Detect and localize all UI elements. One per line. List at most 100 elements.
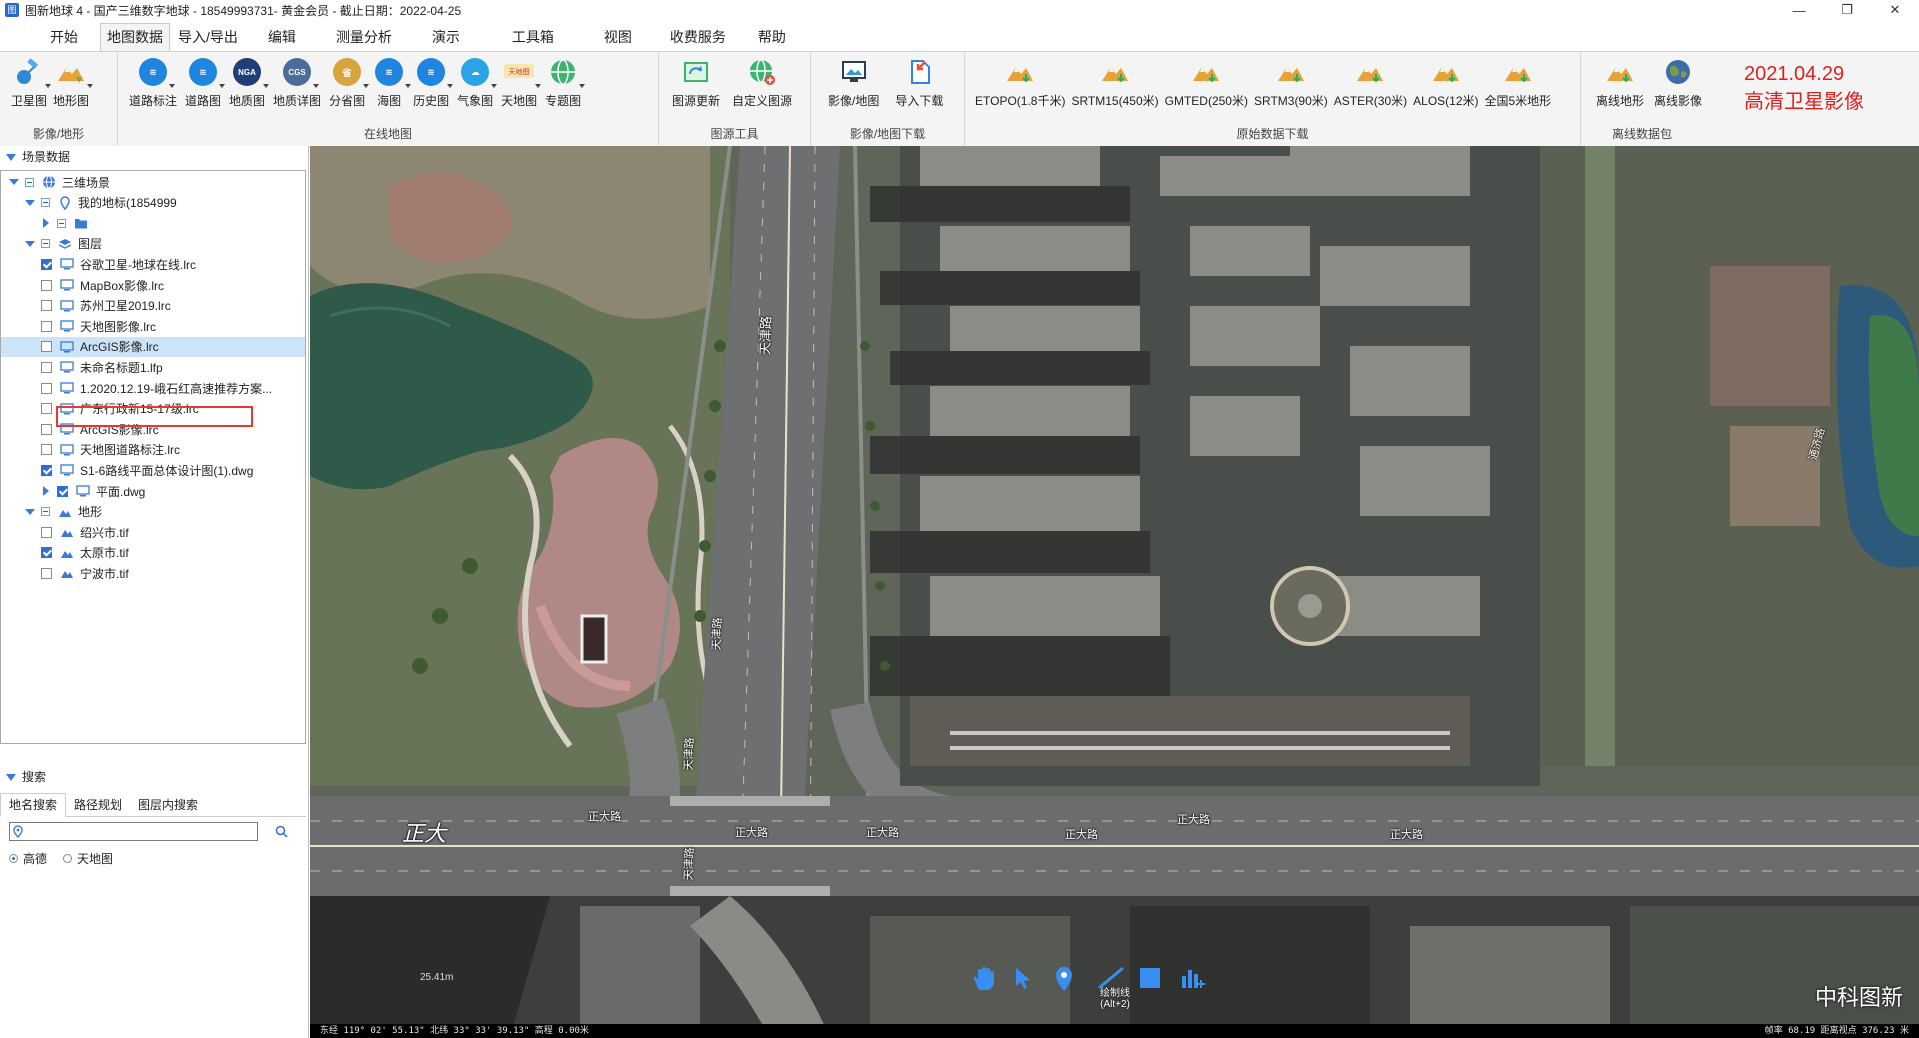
province-map-button[interactable]: 省分省图 [326, 56, 370, 109]
expand-down-icon[interactable] [9, 177, 19, 187]
menu-view[interactable]: 视图 [584, 24, 652, 51]
layer-checkbox[interactable] [41, 526, 52, 538]
tree-toggle-box[interactable] [57, 218, 66, 228]
draw-line-tool-button[interactable]: 绘制线 (Alt+2) [1096, 966, 1138, 1010]
tree-node[interactable]: 天地图道路标注.lrc [1, 440, 305, 460]
gmted-download-button[interactable]: GMTED(250米) [1162, 56, 1251, 109]
etopo-download-button[interactable]: ETOPO(1.8千米) [972, 56, 1068, 109]
chart-tool-button[interactable] [1180, 966, 1222, 1002]
search-input[interactable] [9, 822, 258, 841]
expand-right-icon[interactable] [41, 486, 51, 496]
menu-toolbox[interactable]: 工具箱 [482, 24, 584, 51]
tree-node[interactable]: 地形 [1, 502, 305, 522]
tab-layer-search[interactable]: 图层内搜索 [130, 794, 206, 816]
menu-help[interactable]: 帮助 [744, 24, 800, 51]
layer-checkbox[interactable] [41, 361, 52, 373]
layer-checkbox[interactable] [41, 382, 52, 394]
national-5m-download-button[interactable]: 全国5米地形 [1482, 56, 1555, 109]
tree-node[interactable]: 平面.dwg [1, 481, 305, 501]
tree-node[interactable]: 1.2020.12.19-峨石红高速推荐方案... [1, 378, 305, 398]
menu-paid-services[interactable]: 收费服务 [652, 24, 744, 51]
tianditu-button[interactable]: 天地图 天地图 [498, 56, 542, 109]
tree-node[interactable] [1, 213, 305, 233]
menu-edit[interactable]: 编辑 [246, 24, 318, 51]
tree-node[interactable]: 三维场景 [1, 172, 305, 192]
expand-down-icon[interactable] [25, 507, 35, 517]
tree-node[interactable]: ArcGIS影像.lrc [1, 336, 305, 357]
thematic-map-button[interactable]: 专题图 [542, 56, 586, 109]
radio-tianditu[interactable] [63, 854, 73, 863]
scene-data-header[interactable]: 场景数据 [0, 146, 308, 168]
aster-download-button[interactable]: ASTER(30米) [1331, 56, 1410, 109]
terrain-map-button[interactable]: 地形图 [50, 56, 94, 109]
placemark-tool-button[interactable] [1054, 966, 1096, 1002]
draw-polygon-tool-button[interactable] [1138, 966, 1180, 1002]
tree-node[interactable]: 未命名标题1.lfp [1, 357, 305, 377]
tree-toggle-box[interactable] [41, 198, 50, 208]
tree-node[interactable]: 图层 [1, 234, 305, 254]
layer-checkbox[interactable] [41, 444, 52, 456]
weather-map-button[interactable]: ☁ 气象图 [454, 56, 498, 109]
offline-imagery-button[interactable]: 离线影像 [1651, 56, 1705, 109]
tree-node[interactable]: S1-6路线平面总体设计图(1).dwg [1, 460, 305, 480]
province-map-label: 分省图 [329, 94, 366, 108]
srtm15-download-button[interactable]: SRTM15(450米) [1068, 56, 1161, 109]
tree-toggle-box[interactable] [41, 239, 50, 249]
layer-checkbox[interactable] [41, 403, 52, 415]
close-button[interactable]: ✕ [1871, 0, 1919, 20]
road-map-button[interactable]: ≋ 道路图 [182, 56, 226, 109]
province-icon: 省 [331, 56, 370, 88]
tree-node[interactable]: 谷歌卫星-地球在线.lrc [1, 254, 305, 274]
maximize-button[interactable]: ❐ [1823, 0, 1871, 20]
radio-gaode[interactable] [9, 854, 18, 863]
expand-right-icon[interactable] [41, 218, 51, 229]
layer-checkbox[interactable] [57, 485, 68, 497]
sea-chart-button[interactable]: ≋ 海图 [370, 56, 412, 109]
layer-checkbox[interactable] [41, 341, 52, 353]
tree-node[interactable]: MapBox影像.lrc [1, 275, 305, 295]
expand-down-icon[interactable] [25, 239, 35, 249]
road-annotation-button[interactable]: ≋ 道路标注 [126, 56, 180, 109]
import-download-button[interactable]: 导入下载 [892, 56, 946, 109]
srtm3-download-button[interactable]: SRTM3(90米) [1251, 56, 1331, 109]
layer-checkbox[interactable] [41, 423, 52, 435]
map-view[interactable]: 天津路 天津路 天津路 天津路 正大路 正大路 正大路 正大路 正大路 正大路 … [310, 146, 1919, 1038]
image-map-download-button[interactable]: 影像/地图 [825, 56, 882, 109]
layer-checkbox[interactable] [41, 464, 52, 476]
tree-node[interactable]: 苏州卫星2019.lrc [1, 296, 305, 316]
history-map-button[interactable]: ≋ 历史图 [410, 56, 454, 109]
offline-terrain-button[interactable]: 离线地形 [1593, 56, 1647, 109]
search-header[interactable]: 搜索 [0, 766, 306, 788]
tab-route-planning[interactable]: 路径规划 [66, 794, 130, 816]
layer-checkbox[interactable] [41, 279, 52, 291]
layer-checkbox[interactable] [41, 300, 52, 312]
layer-checkbox[interactable] [41, 320, 52, 332]
menu-measure[interactable]: 测量分析 [318, 24, 410, 51]
tree-node[interactable]: 太原市.tif [1, 543, 305, 563]
menu-demo[interactable]: 演示 [410, 24, 482, 51]
tree-node[interactable]: 绍兴市.tif [1, 522, 305, 542]
custom-source-button[interactable]: 自定义图源 [729, 56, 795, 109]
tree-toggle-box[interactable] [41, 507, 50, 517]
tree-node[interactable]: 宁波市.tif [1, 563, 305, 583]
menu-map-data[interactable]: 地图数据 [100, 23, 170, 51]
satellite-map-button[interactable]: 卫星图 [8, 56, 51, 109]
layer-checkbox[interactable] [41, 258, 52, 270]
minimize-button[interactable]: — [1775, 0, 1823, 20]
tree-node[interactable]: 天地图影像.lrc [1, 316, 305, 336]
pan-tool-button[interactable] [970, 966, 1012, 1002]
source-update-button[interactable]: 图源更新 [669, 56, 723, 109]
menu-import-export[interactable]: 导入/导出 [170, 24, 246, 51]
geology-map-button[interactable]: NGA 地质图 [226, 56, 270, 109]
layer-checkbox[interactable] [41, 567, 52, 579]
layer-checkbox[interactable] [41, 547, 52, 559]
alos-download-button[interactable]: ALOS(12米) [1410, 56, 1481, 109]
tab-place-search[interactable]: 地名搜索 [0, 793, 67, 817]
expand-down-icon[interactable] [25, 198, 35, 208]
menu-start[interactable]: 开始 [0, 24, 100, 51]
tree-toggle-box[interactable] [25, 177, 34, 187]
select-tool-button[interactable] [1012, 966, 1054, 1002]
tree-node[interactable]: 我的地标(1854999 [1, 193, 305, 213]
search-icon[interactable] [275, 825, 288, 838]
geology-detail-button[interactable]: CGS 地质详图 [270, 56, 324, 109]
